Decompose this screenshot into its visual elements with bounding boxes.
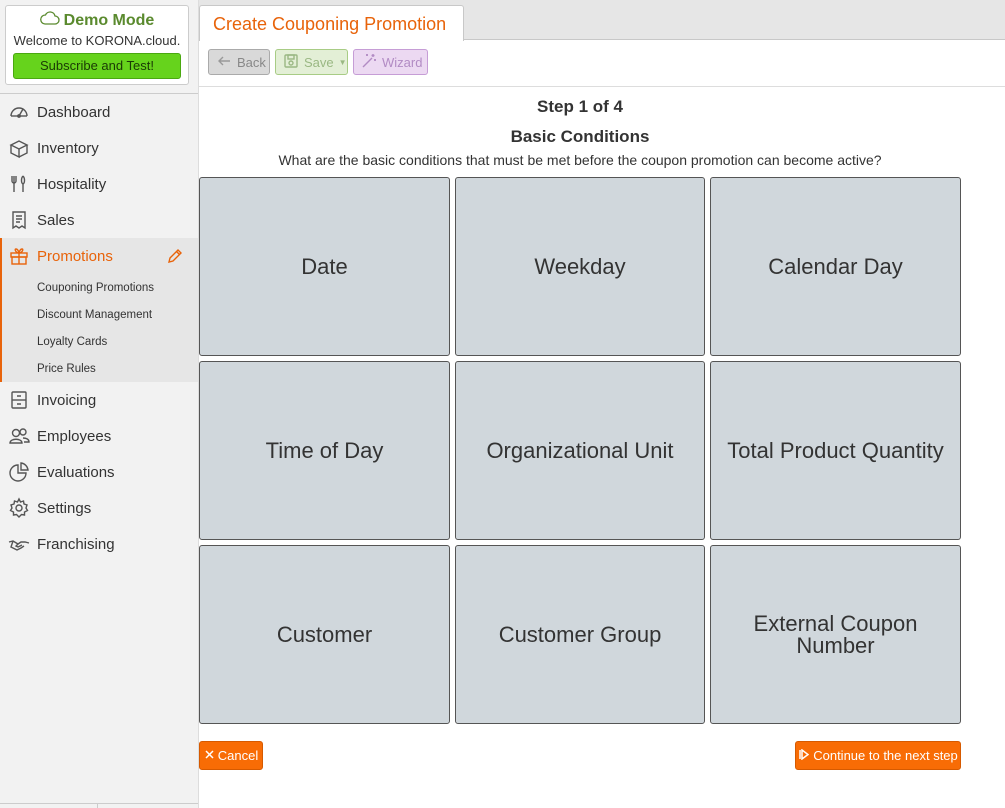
floppy-disk-icon <box>283 53 299 72</box>
magic-wand-icon <box>361 53 377 72</box>
settings-icon <box>8 497 30 519</box>
condition-tile-total-product-quantity[interactable]: Total Product Quantity <box>710 361 961 540</box>
section-title: Basic Conditions <box>510 127 650 146</box>
toolbar-divider <box>199 86 1005 87</box>
evaluations-icon <box>8 461 30 483</box>
cancel-button[interactable]: Cancel <box>199 741 263 770</box>
sidebar-item-label: Hospitality <box>37 175 107 193</box>
arrow-left-icon <box>216 53 232 72</box>
demo-mode-title: Demo Mode <box>6 11 188 30</box>
sidebar-item-settings[interactable]: Settings <box>0 490 198 526</box>
tab-create-couponing-promotion[interactable]: Create Couponing Promotion <box>199 5 464 41</box>
sidebar-item-promotions[interactable]: Promotions <box>2 238 198 274</box>
section-question: What are the basic conditions that must … <box>278 152 882 168</box>
gift-icon <box>8 245 30 267</box>
welcome-text: Welcome to KORONA.cloud. <box>13 33 181 48</box>
save-label: Save <box>304 54 334 70</box>
toolbar: Back Save ▼ Wizard <box>208 49 428 75</box>
close-icon <box>204 748 215 763</box>
sidebar-item-hospitality[interactable]: Hospitality <box>0 166 198 202</box>
condition-tile-external-coupon-number[interactable]: External Coupon Number <box>710 545 961 724</box>
sidebar-nav: Dashboard Inventory Hospitality Sales Pr… <box>0 94 198 562</box>
sidebar-subitem-loyalty-cards[interactable]: Loyalty Cards <box>2 328 198 355</box>
caret-down-icon: ▼ <box>338 57 347 67</box>
sidebar-item-label: Inventory <box>37 139 99 157</box>
edit-pencil-icon[interactable] <box>166 247 184 265</box>
condition-tile-date[interactable]: Date <box>199 177 450 356</box>
sidebar-subitem-discount-management[interactable]: Discount Management <box>2 301 198 328</box>
sidebar-item-label: Sales <box>37 211 75 229</box>
step-indicator: Step 1 of 4 <box>537 97 623 116</box>
sidebar-item-employees[interactable]: Employees <box>0 418 198 454</box>
sidebar-item-inventory[interactable]: Inventory <box>0 130 198 166</box>
save-button[interactable]: Save ▼ <box>275 49 348 75</box>
condition-tile-customer[interactable]: Customer <box>199 545 450 724</box>
condition-tile-weekday[interactable]: Weekday <box>455 177 705 356</box>
back-label: Back <box>237 54 266 70</box>
step-forward-icon <box>798 748 810 763</box>
continue-label: Continue to the next step <box>813 748 958 763</box>
sidebar-item-franchising[interactable]: Franchising <box>0 526 198 562</box>
sidebar-item-invoicing[interactable]: Invoicing <box>0 382 198 418</box>
sidebar-item-label: Invoicing <box>37 391 97 409</box>
dashboard-icon <box>8 101 30 123</box>
subscribe-button[interactable]: Subscribe and Test! <box>13 53 181 79</box>
handshake-icon <box>8 533 30 555</box>
wizard-label: Wizard <box>382 54 423 70</box>
top-bar: Create Couponing Promotion Back Save ▼ W… <box>199 0 1005 87</box>
condition-grid: Date Weekday Calendar Day Time of Day Or… <box>199 177 961 724</box>
cloud-icon <box>39 11 60 30</box>
cancel-label: Cancel <box>217 748 259 763</box>
sidebar-item-label: Employees <box>37 427 112 445</box>
demo-mode-label: Demo Mode <box>63 11 155 29</box>
inventory-icon <box>8 137 30 159</box>
sidebar-footer-divider <box>97 804 98 808</box>
demo-mode-box: Demo Mode Welcome to KORONA.cloud. Subsc… <box>5 5 189 85</box>
sidebar: Demo Mode Welcome to KORONA.cloud. Subsc… <box>0 0 199 808</box>
sidebar-item-dashboard[interactable]: Dashboard <box>0 94 198 130</box>
tab-strip: Create Couponing Promotion <box>199 0 1005 41</box>
invoicing-icon <box>8 389 30 411</box>
hospitality-icon <box>8 173 30 195</box>
sidebar-item-label: Promotions <box>37 247 113 265</box>
sidebar-subitem-couponing-promotions[interactable]: Couponing Promotions <box>2 274 198 301</box>
sidebar-item-label: Settings <box>37 499 92 517</box>
sidebar-item-label: Dashboard <box>37 103 111 121</box>
sidebar-subitem-price-rules[interactable]: Price Rules <box>2 355 198 382</box>
back-button[interactable]: Back <box>208 49 270 75</box>
sidebar-item-sales[interactable]: Sales <box>0 202 198 238</box>
sidebar-item-label: Franchising <box>37 535 115 553</box>
sidebar-footer <box>0 803 198 808</box>
sidebar-item-evaluations[interactable]: Evaluations <box>0 454 198 490</box>
condition-tile-time-of-day[interactable]: Time of Day <box>199 361 450 540</box>
condition-tile-customer-group[interactable]: Customer Group <box>455 545 705 724</box>
condition-tile-organizational-unit[interactable]: Organizational Unit <box>455 361 705 540</box>
sales-icon <box>8 209 30 231</box>
employees-icon <box>8 425 30 447</box>
condition-tile-calendar-day[interactable]: Calendar Day <box>710 177 961 356</box>
wizard-button[interactable]: Wizard <box>353 49 428 75</box>
continue-next-step-button[interactable]: Continue to the next step <box>795 741 961 770</box>
sidebar-item-label: Evaluations <box>37 463 115 481</box>
promotions-group: Promotions Couponing Promotions Discount… <box>0 238 198 382</box>
